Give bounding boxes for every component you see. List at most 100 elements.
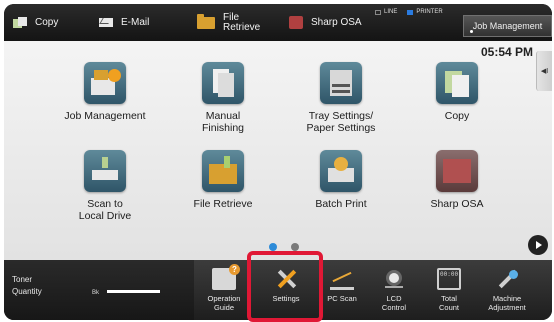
tile-scan-to-local-drive-label: Scan to Local Drive — [50, 198, 160, 222]
tile-batch-print-text: Batch Print — [315, 198, 367, 210]
tile-scan-to-local-drive-line2: Local Drive — [78, 210, 132, 222]
machine-adjustment-label: Machine Adjustment — [484, 294, 530, 312]
settings-text: Settings — [272, 294, 300, 303]
tile-scan-to-local-drive[interactable]: Scan to Local Drive — [50, 150, 160, 222]
toner-level-bar — [107, 290, 160, 293]
toner-label-line1: Toner — [12, 275, 33, 284]
pc-scan-text: PC Scan — [327, 294, 357, 303]
job-management-label: Job Management — [472, 21, 543, 31]
mode-sharp-osa-button[interactable]: Sharp OSA — [289, 4, 362, 41]
tile-file-retrieve[interactable]: File Retrieve — [168, 150, 278, 210]
total-count-label: Total Count — [426, 294, 472, 312]
toner-quantity-panel: Toner Quantity Bk — [4, 260, 194, 320]
mode-file-retrieve-label-line2: Retrieve — [223, 21, 261, 33]
scan-to-local-drive-icon — [84, 150, 126, 192]
total-count-icon — [437, 268, 461, 290]
tile-copy[interactable]: Copy — [402, 62, 512, 122]
tile-file-retrieve-label: File Retrieve — [168, 198, 278, 210]
settings-button[interactable]: Settings — [263, 260, 309, 320]
lcd-control-icon — [382, 268, 406, 290]
mode-sharp-osa-label: Sharp OSA — [311, 17, 362, 28]
line-led-icon — [375, 9, 381, 15]
job-management-icon — [84, 62, 126, 104]
side-panel-tab[interactable]: ◀I — [536, 51, 552, 91]
manual-finishing-icon — [202, 62, 244, 104]
pc-scan-icon — [330, 268, 354, 290]
page-indicator-dot[interactable] — [291, 243, 299, 251]
file-retrieve-icon — [202, 150, 244, 192]
mode-email-label: E-Mail — [121, 17, 150, 28]
job-management-button[interactable]: Job Management — [463, 15, 552, 37]
copy-icon — [13, 17, 27, 28]
printer-status: PRINTER — [407, 9, 443, 15]
sharp-osa-icon — [436, 150, 478, 192]
toner-level-fill — [107, 290, 160, 293]
tile-tray-settings-line2: Paper Settings — [306, 122, 376, 134]
toner-quantity-label: Toner Quantity — [12, 274, 42, 298]
top-mode-bar: Copy E-Mail File Retrieve Sharp OSA LINE — [4, 4, 552, 41]
tile-manual-finishing-line2: Finishing — [201, 122, 245, 134]
email-icon — [99, 18, 113, 27]
tile-scan-to-local-drive-line1: Scan to — [87, 198, 123, 210]
tile-manual-finishing[interactable]: Manual Finishing — [168, 62, 278, 134]
mode-email-button[interactable]: E-Mail — [99, 4, 149, 41]
operation-guide-button[interactable]: Operation Guide — [201, 260, 247, 320]
lcd-control-label: LCD Control — [371, 294, 417, 312]
mode-file-retrieve-label: File Retrieve — [223, 12, 261, 33]
tile-batch-print[interactable]: Batch Print — [286, 150, 396, 210]
side-panel-arrow-icon: ◀I — [540, 68, 549, 75]
tile-manual-finishing-line1: Manual — [205, 110, 241, 122]
total-count-button[interactable]: Total Count — [426, 260, 472, 320]
tile-sharp-osa-text: Sharp OSA — [430, 198, 484, 210]
pc-scan-button[interactable]: PC Scan — [319, 260, 365, 320]
tile-manual-finishing-label: Manual Finishing — [168, 110, 278, 134]
tile-copy-label: Copy — [402, 110, 512, 122]
printer-status-label: PRINTER — [416, 9, 443, 15]
machine-adjustment-line2: Adjustment — [488, 303, 526, 312]
folder-icon — [197, 13, 215, 29]
operation-guide-line2: Guide — [213, 303, 234, 312]
tile-copy-text: Copy — [444, 110, 470, 122]
tile-batch-print-label: Batch Print — [286, 198, 396, 210]
tray-settings-icon — [320, 62, 362, 104]
operation-guide-label: Operation Guide — [201, 294, 247, 312]
line-status: LINE — [375, 9, 397, 15]
toner-channel-label: Bk — [92, 290, 100, 296]
page-indicator-dot-active[interactable] — [269, 243, 277, 251]
copy-icon — [436, 62, 478, 104]
tile-job-management-label: Job Management — [50, 110, 160, 122]
home-screen-area: 05:54 PM ◀I Job Management Manual Finish… — [4, 41, 552, 260]
printer-led-icon — [407, 9, 414, 15]
tile-file-retrieve-text: File Retrieve — [193, 198, 253, 210]
tile-tray-settings-line1: Tray Settings/ — [308, 110, 374, 122]
batch-print-icon — [320, 150, 362, 192]
mode-copy-label: Copy — [35, 17, 59, 28]
job-indicator-dot — [470, 30, 473, 33]
mode-copy-button[interactable]: Copy — [13, 4, 58, 41]
tile-tray-settings-label: Tray Settings/ Paper Settings — [286, 110, 396, 134]
lcd-control-line2: Control — [381, 303, 407, 312]
lcd-control-button[interactable]: LCD Control — [371, 260, 417, 320]
sharp-osa-icon — [289, 16, 303, 29]
next-page-button[interactable] — [528, 235, 548, 255]
bottom-shortcut-bar: Toner Quantity Bk Operation Guide Settin… — [4, 260, 552, 320]
tile-tray-settings[interactable]: Tray Settings/ Paper Settings — [286, 62, 396, 134]
operation-guide-icon — [212, 264, 240, 290]
status-indicators: LINE PRINTER — [375, 9, 443, 15]
total-count-line1: Total — [441, 294, 457, 303]
machine-adjustment-button[interactable]: Machine Adjustment — [484, 260, 530, 320]
line-status-label: LINE — [384, 9, 398, 15]
toner-label-line2: Quantity — [12, 287, 42, 296]
tile-job-management[interactable]: Job Management — [50, 62, 160, 122]
settings-icon — [274, 268, 298, 290]
operation-guide-line1: Operation — [207, 294, 241, 303]
clock: 05:54 PM — [480, 45, 533, 59]
tile-sharp-osa[interactable]: Sharp OSA — [402, 150, 512, 210]
machine-adjustment-line1: Machine — [492, 294, 522, 303]
tile-job-management-text: Job Management — [64, 110, 146, 122]
tile-sharp-osa-label: Sharp OSA — [402, 198, 512, 210]
mode-file-retrieve-button[interactable]: File Retrieve — [197, 4, 260, 41]
machine-adjustment-icon — [495, 268, 519, 290]
total-count-line2: Count — [438, 303, 459, 312]
settings-label: Settings — [263, 294, 309, 303]
